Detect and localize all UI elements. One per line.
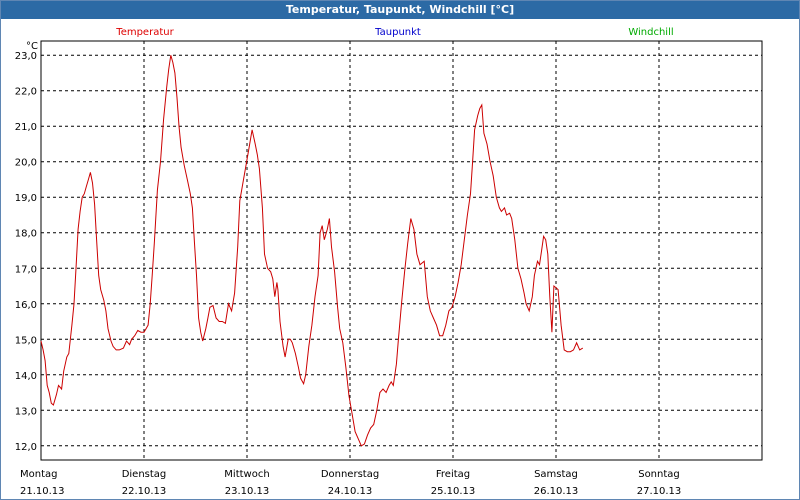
chart-window: Temperatur, Taupunkt, Windchill [°C] 23,… (0, 0, 800, 500)
legend: Temperatur Taupunkt Windchill (115, 27, 673, 38)
y-tick-label: 16,0 (15, 300, 37, 311)
x-tick-day: Sonntag (638, 469, 680, 480)
x-axis-ticks: Montag 21.10.13 Dienstag 22.10.13 Mittwoch 23… (20, 469, 681, 497)
x-tick-day: Montag (20, 469, 57, 480)
line-chart: 23,0 22,0 21,0 20,0 19,0 18,0 17,0 16,0 15,0 14,0… (15, 27, 763, 497)
y-axis-label: °C (26, 41, 38, 52)
x-tick-day: Dienstag (122, 469, 167, 480)
x-tick-date: 21.10.13 (20, 486, 65, 497)
legend-entry-windchill: Windchill (628, 27, 673, 38)
y-tick-label: 13,0 (15, 406, 37, 417)
x-tick-date: 27.10.13 (637, 486, 682, 497)
x-tick-date: 24.10.13 (328, 486, 373, 497)
x-tick-date: 26.10.13 (534, 486, 579, 497)
y-tick-label: 22,0 (15, 87, 37, 98)
y-tick-label: 17,0 (15, 264, 37, 275)
plot-area (40, 40, 763, 461)
y-tick-label: 14,0 (15, 371, 37, 382)
x-tick-day: Samstag (534, 469, 578, 480)
x-tick-date: 23.10.13 (225, 486, 270, 497)
y-tick-label: 23,0 (15, 51, 37, 62)
legend-entry-taupunkt: Taupunkt (374, 27, 421, 38)
x-tick-date: 22.10.13 (122, 486, 167, 497)
y-tick-label: 12,0 (15, 442, 37, 453)
y-axis-ticks: 23,0 22,0 21,0 20,0 19,0 18,0 17,0 16,0 15,0 14,0… (15, 51, 37, 453)
legend-entry-temperatur: Temperatur (115, 27, 174, 38)
x-tick-day: Donnerstag (321, 469, 379, 480)
y-tick-label: 19,0 (15, 193, 37, 204)
y-tick-label: 18,0 (15, 229, 37, 240)
y-tick-label: 15,0 (15, 335, 37, 346)
y-tick-label: 21,0 (15, 122, 37, 133)
x-tick-day: Mittwoch (224, 469, 269, 480)
y-tick-label: 20,0 (15, 158, 37, 169)
x-tick-date: 25.10.13 (431, 486, 476, 497)
x-tick-day: Freitag (436, 469, 470, 480)
